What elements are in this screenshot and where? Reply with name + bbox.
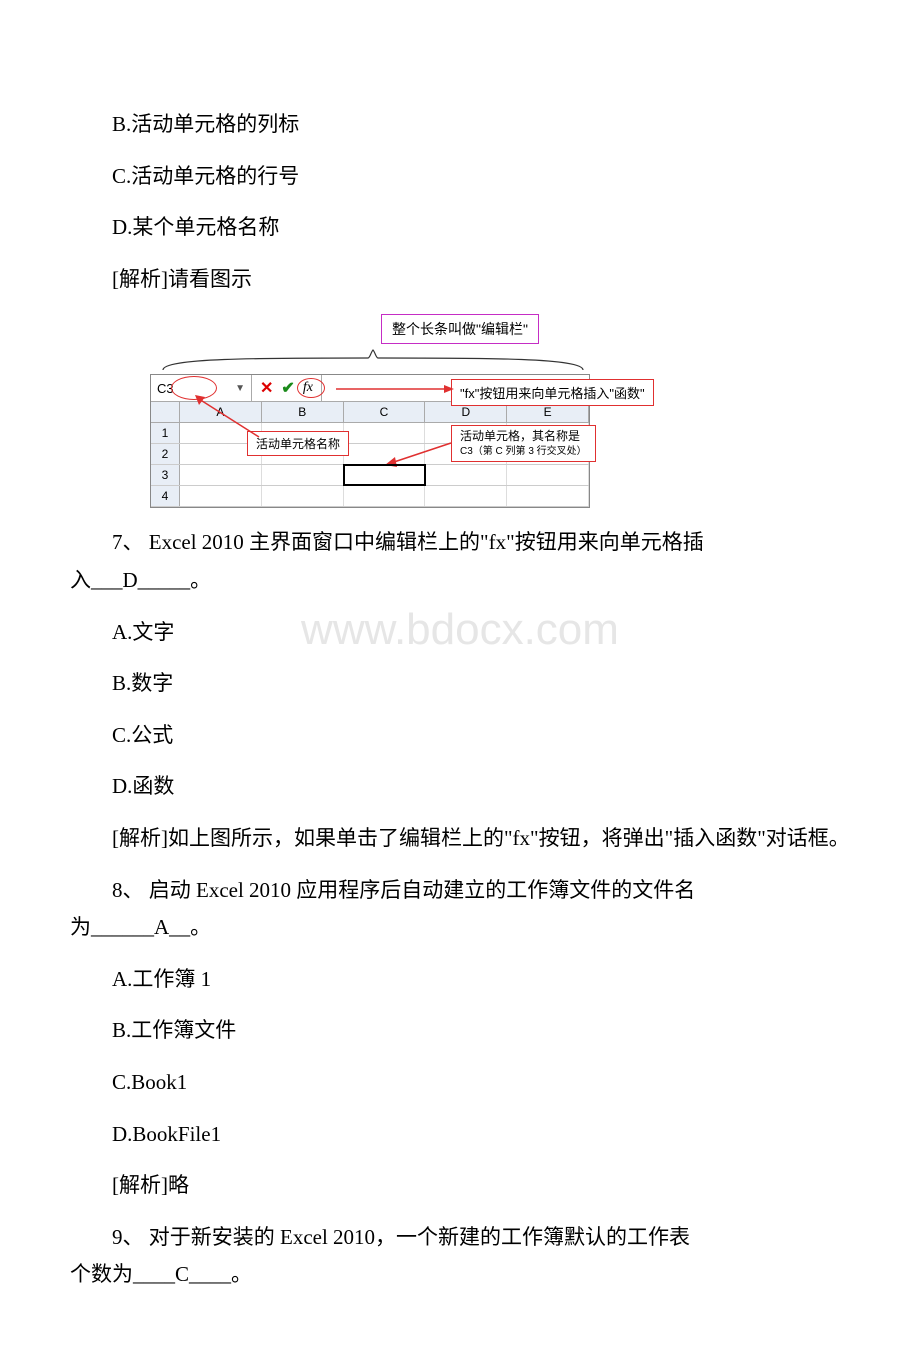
q7-option-a: A.文字: [70, 616, 850, 650]
name-box: C3 ▼: [151, 375, 252, 401]
fx-label: fx: [303, 380, 313, 395]
cell: [425, 444, 507, 464]
cancel-icon: ✕: [260, 378, 273, 398]
cell: [180, 486, 262, 506]
page-content: B.活动单元格的列标 C.活动单元格的行号 D.某个单元格名称 [解析]请看图示…: [0, 0, 920, 1352]
col-header: C: [344, 402, 426, 422]
cell: [507, 486, 589, 506]
row-header: 2: [151, 444, 180, 464]
active-cell: [344, 465, 426, 485]
table-row: 3: [151, 465, 589, 486]
cell: [262, 444, 344, 464]
col-header: D: [425, 402, 507, 422]
cell: [507, 444, 589, 464]
dropdown-arrow-icon: ▼: [235, 383, 245, 394]
q7-line2: 入___D_____。: [70, 564, 850, 598]
table-row: 1: [151, 423, 589, 444]
cell: [262, 423, 344, 443]
col-header: A: [180, 402, 262, 422]
analysis-6: [解析]请看图示: [70, 263, 850, 297]
q9-line2: 个数为____C____。: [70, 1258, 850, 1292]
q8-option-a: A.工作簿 1: [70, 963, 850, 997]
q8-option-b: B.工作簿文件: [70, 1014, 850, 1048]
fx-icon-group: ✕ ✔ fx: [252, 375, 322, 401]
cell: [262, 465, 344, 485]
q7-option-d: D.函数: [70, 770, 850, 804]
table-row: 4: [151, 486, 589, 507]
row-header: 4: [151, 486, 180, 506]
q9-line1: 9、 对于新安装的 Excel 2010，一个新建的工作簿默认的工作表: [70, 1221, 850, 1255]
q7-analysis: [解析]如上图所示，如果单击了编辑栏上的"fx"按钮，将弹出"插入函数"对话框。: [70, 822, 850, 856]
excel-grid-mock: C3 ▼ ✕ ✔ fx A B C: [150, 374, 590, 508]
cell: [425, 465, 507, 485]
diagram-title-box: 整个长条叫做"编辑栏": [381, 314, 539, 344]
q7-option-c: C.公式: [70, 719, 850, 753]
cell: [425, 486, 507, 506]
table-row: 2: [151, 444, 589, 465]
cell: [180, 444, 262, 464]
q8-option-d: D.BookFile1: [70, 1118, 850, 1152]
brace-icon: [158, 348, 588, 372]
col-header: E: [507, 402, 589, 422]
fx-icon: fx: [303, 380, 313, 396]
cell: [507, 423, 589, 443]
formula-bar-row: C3 ▼ ✕ ✔ fx: [151, 375, 589, 402]
option-b: B.活动单元格的列标: [70, 108, 850, 142]
q7-option-b: B.数字: [70, 667, 850, 701]
q8-option-c: C.Book1: [70, 1066, 850, 1100]
cell: [344, 444, 426, 464]
row-header: 3: [151, 465, 180, 485]
q8-analysis: [解析]略: [70, 1169, 850, 1203]
cell: [180, 465, 262, 485]
cell: [262, 486, 344, 506]
option-d: D.某个单元格名称: [70, 211, 850, 245]
cell: [180, 423, 262, 443]
formula-input-area: [322, 375, 589, 401]
check-icon: ✔: [281, 378, 294, 398]
formula-bar-diagram: 整个长条叫做"编辑栏" C3 ▼ ✕ ✔ fx: [150, 314, 770, 508]
row-header: 1: [151, 423, 180, 443]
q8-line1: 8、 启动 Excel 2010 应用程序后自动建立的工作簿文件的文件名: [70, 874, 850, 908]
cell: [507, 465, 589, 485]
cell: [344, 423, 426, 443]
select-all-corner: [151, 402, 180, 422]
column-headers-row: A B C D E: [151, 402, 589, 423]
q8-line2: 为______A__。: [70, 911, 850, 945]
col-header: B: [262, 402, 344, 422]
option-c: C.活动单元格的行号: [70, 160, 850, 194]
cell: [344, 486, 426, 506]
name-box-text: C3: [151, 381, 180, 396]
cell: [425, 423, 507, 443]
q7-line1: 7、 Excel 2010 主界面窗口中编辑栏上的"fx"按钮用来向单元格插: [70, 526, 850, 560]
